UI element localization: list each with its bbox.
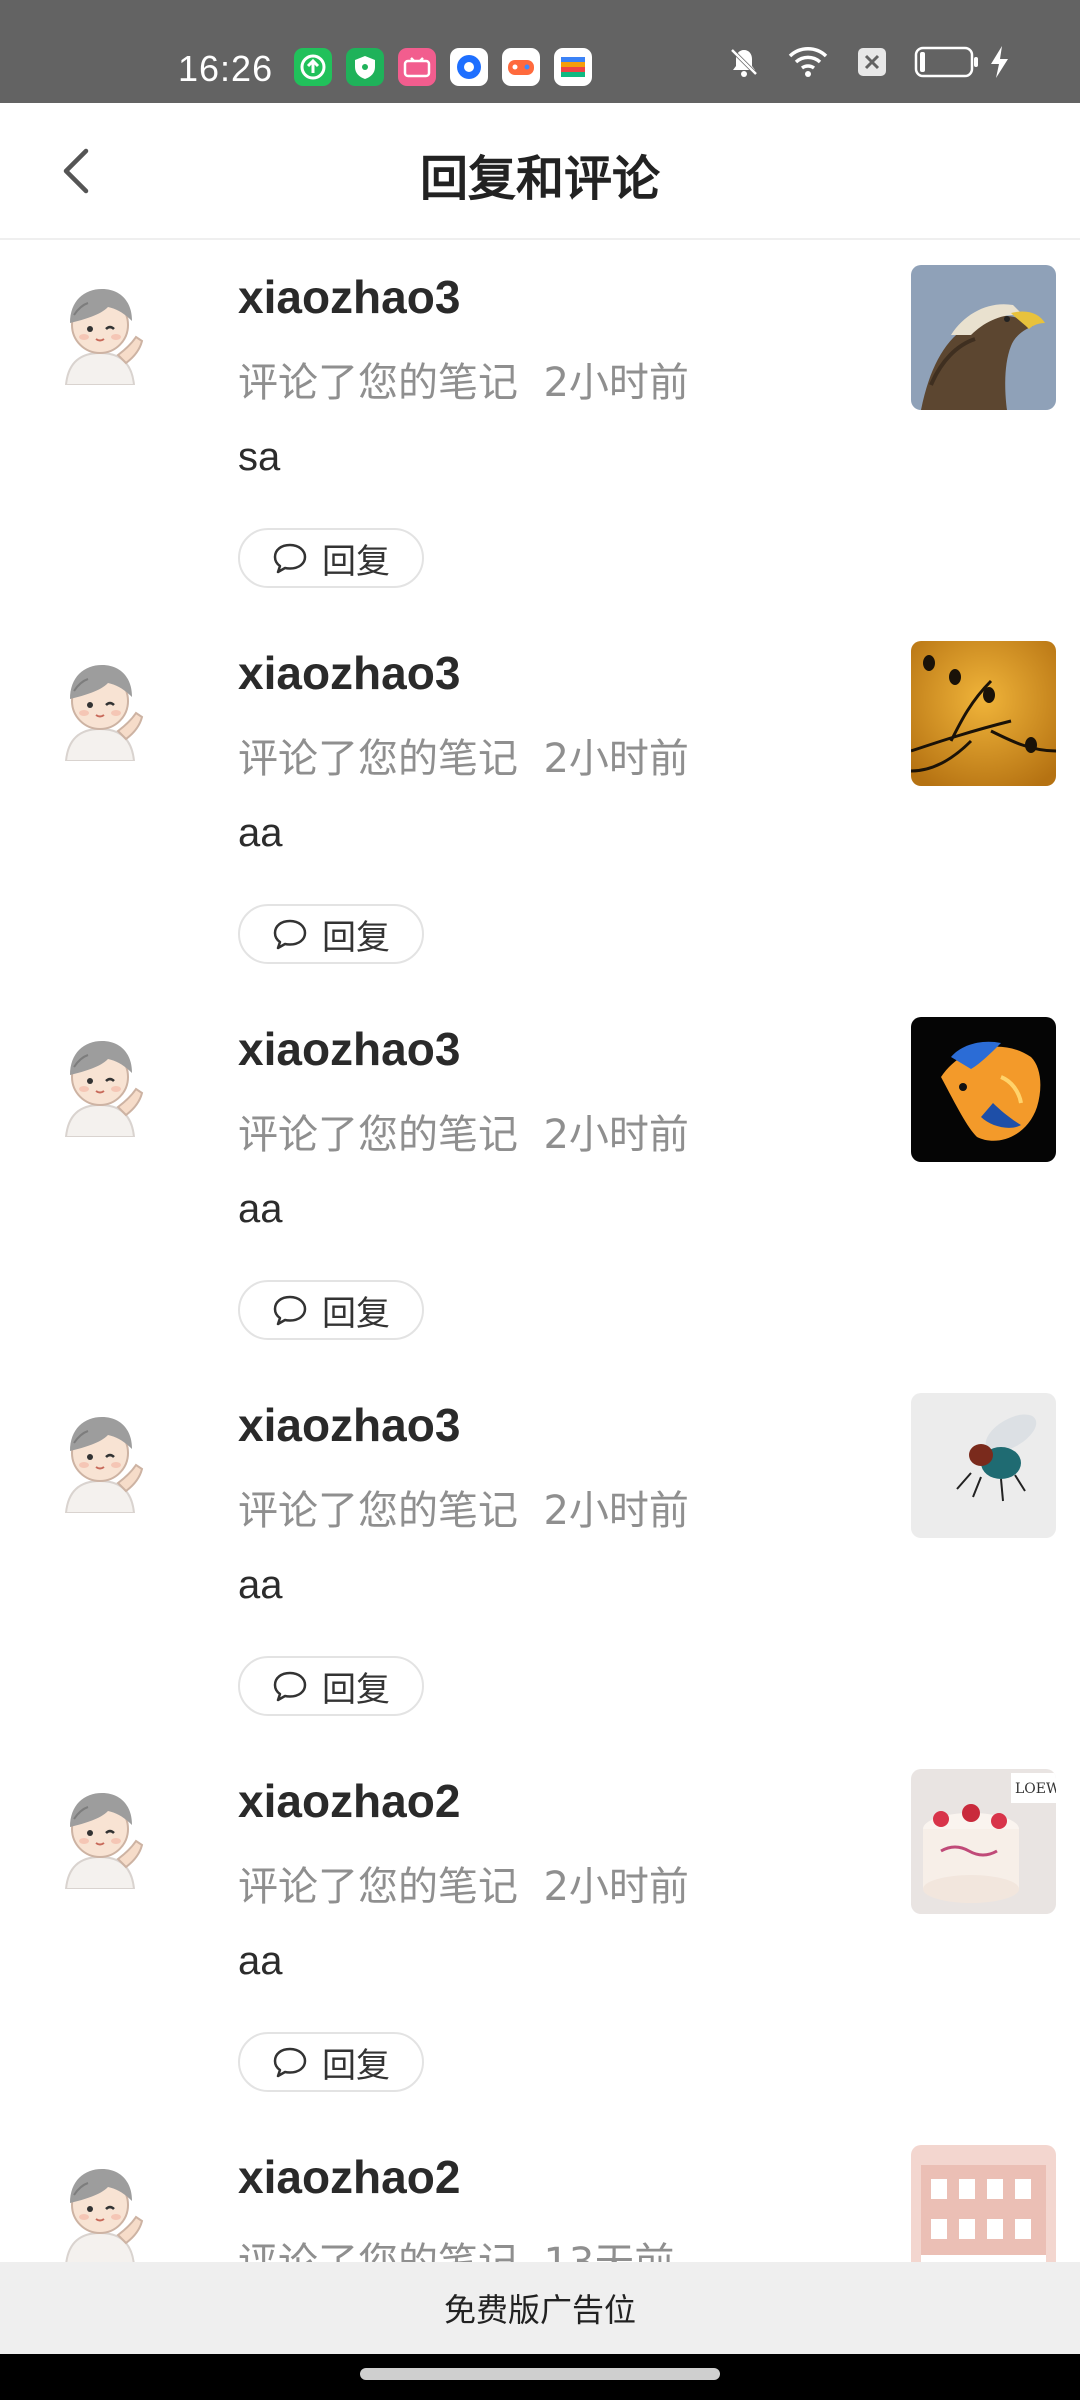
- comment-time: 2小时前: [543, 360, 689, 406]
- username[interactable]: xiaozhao2: [238, 2150, 460, 2204]
- avatar[interactable]: [48, 651, 152, 762]
- ad-banner[interactable]: 免费版广告位: [0, 2262, 1080, 2354]
- username[interactable]: xiaozhao2: [238, 1774, 460, 1828]
- avatar[interactable]: [48, 1779, 152, 1890]
- username[interactable]: xiaozhao3: [238, 1398, 460, 1452]
- wallet-app-icon: [554, 48, 592, 86]
- comment-meta: 评论了您的笔记 2小时前: [238, 1102, 689, 1160]
- status-indicators: [726, 44, 1010, 80]
- note-thumbnail[interactable]: [911, 1017, 1056, 1162]
- comment-meta: 评论了您的笔记 2小时前: [238, 1854, 689, 1912]
- avatar[interactable]: [48, 1403, 152, 1514]
- comment-content: aa: [238, 1187, 283, 1231]
- speech-bubble-icon: [273, 543, 307, 574]
- avatar[interactable]: [48, 2155, 152, 2262]
- comment-item[interactable]: xiaozhao3 评论了您的笔记 2小时前 aa 回复: [0, 992, 1080, 1368]
- comment-time: 2小时前: [543, 736, 689, 782]
- reply-label: 回复: [322, 917, 390, 958]
- page-title: 回复和评论: [419, 151, 660, 207]
- comment-list[interactable]: xiaozhao3 评论了您的笔记 2小时前 sa 回复 xiaozhao3 评…: [0, 240, 1080, 2262]
- mute-icon: [730, 48, 758, 77]
- comment-meta: 评论了您的笔记 2小时前: [238, 350, 689, 408]
- reply-button[interactable]: 回复: [238, 1280, 424, 1340]
- reply-label: 回复: [322, 1293, 390, 1334]
- comment-action: 评论了您的笔记: [238, 2240, 518, 2262]
- note-thumbnail[interactable]: [911, 641, 1056, 786]
- reply-button[interactable]: 回复: [238, 1656, 424, 1716]
- username[interactable]: xiaozhao3: [238, 270, 460, 324]
- game-center-app-icon: [502, 48, 540, 86]
- reply-button[interactable]: 回复: [238, 2032, 424, 2092]
- comment-time: 13天前: [543, 2240, 674, 2262]
- vpn-shield-app-icon: [346, 48, 384, 86]
- username[interactable]: xiaozhao3: [238, 646, 460, 700]
- comment-meta: 评论了您的笔记 2小时前: [238, 1478, 689, 1536]
- note-thumbnail[interactable]: [911, 1393, 1056, 1538]
- wifi-icon: [788, 47, 828, 77]
- notification-app-icons: [294, 48, 592, 86]
- comment-content: aa: [238, 811, 283, 855]
- system-navigation-bar: [0, 2354, 1080, 2400]
- speech-bubble-icon: [273, 1295, 307, 1326]
- browser-app-icon: [450, 48, 488, 86]
- home-gesture-bar[interactable]: [360, 2368, 720, 2380]
- ad-banner-text: 免费版广告位: [443, 2291, 636, 2329]
- reply-label: 回复: [322, 541, 390, 582]
- comment-action: 评论了您的笔记: [238, 736, 518, 782]
- note-thumbnail[interactable]: [911, 2145, 1056, 2262]
- comment-action: 评论了您的笔记: [238, 1864, 518, 1910]
- comment-action: 评论了您的笔记: [238, 1112, 518, 1158]
- speech-bubble-icon: [273, 1671, 307, 1702]
- comment-item[interactable]: xiaozhao3 评论了您的笔记 2小时前 aa 回复: [0, 616, 1080, 992]
- battery-icon: [914, 46, 978, 78]
- status-time: 16:26: [178, 48, 274, 89]
- reply-label: 回复: [322, 1669, 390, 1710]
- avatar[interactable]: [48, 275, 152, 386]
- comment-item[interactable]: xiaozhao2 评论了您的笔记 13天前 回复: [0, 2120, 1080, 2262]
- comment-meta: 评论了您的笔记 13天前: [238, 2230, 674, 2262]
- comment-time: 2小时前: [543, 1864, 689, 1910]
- top-app-bar: 回复和评论: [0, 103, 1080, 240]
- no-sim-icon: [858, 48, 886, 76]
- speech-bubble-icon: [273, 919, 307, 950]
- comment-content: aa: [238, 1563, 283, 1607]
- comment-item[interactable]: xiaozhao3 评论了您的笔记 2小时前 sa 回复: [0, 240, 1080, 616]
- note-thumbnail[interactable]: [911, 265, 1056, 410]
- comment-item[interactable]: xiaozhao2 评论了您的笔记 2小时前 aa 回复 LOEWE: [0, 1744, 1080, 2120]
- svg-text:LOEWE: LOEWE: [1015, 1781, 1056, 1797]
- reply-label: 回复: [322, 2045, 390, 2086]
- comment-time: 2小时前: [543, 1488, 689, 1534]
- comment-time: 2小时前: [543, 1112, 689, 1158]
- status-bar: 16:26: [0, 0, 1080, 103]
- charging-icon: [991, 46, 1008, 78]
- comment-content: sa: [238, 435, 281, 479]
- comment-content: aa: [238, 1939, 283, 1983]
- comment-item[interactable]: xiaozhao3 评论了您的笔记 2小时前 aa 回复: [0, 1368, 1080, 1744]
- bilibili-app-icon: [398, 48, 436, 86]
- note-thumbnail[interactable]: LOEWE: [911, 1769, 1056, 1914]
- comment-meta: 评论了您的笔记 2小时前: [238, 726, 689, 784]
- comment-action: 评论了您的笔记: [238, 360, 518, 406]
- username[interactable]: xiaozhao3: [238, 1022, 460, 1076]
- reply-button[interactable]: 回复: [238, 528, 424, 588]
- comment-action: 评论了您的笔记: [238, 1488, 518, 1534]
- reply-button[interactable]: 回复: [238, 904, 424, 964]
- avatar[interactable]: [48, 1027, 152, 1138]
- speech-bubble-icon: [273, 2047, 307, 2078]
- upload-app-icon: [294, 48, 332, 86]
